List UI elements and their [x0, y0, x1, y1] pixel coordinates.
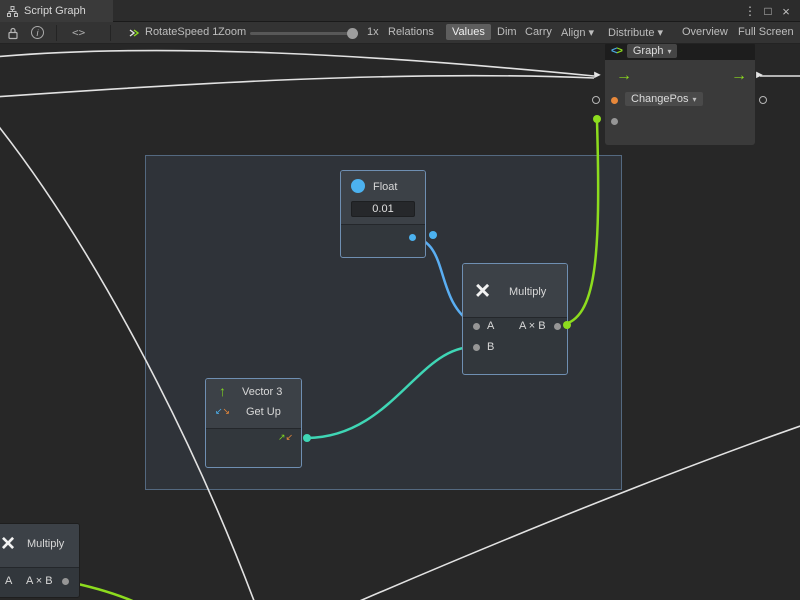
toolbar-button-overview[interactable]: Overview [682, 26, 728, 38]
window-maximize-icon[interactable]: □ [760, 0, 776, 22]
multiply-output-connection-dot[interactable] [563, 321, 571, 329]
multiply-input-a-port[interactable] [473, 323, 480, 330]
toolbar-button-carry[interactable]: Carry [525, 26, 552, 38]
multiply-node-header[interactable]: × Multiply [463, 264, 567, 318]
script-machine-icon [128, 27, 140, 39]
up-arrow-icon: ↑ [219, 383, 226, 399]
multiply-input-a-label: A [487, 320, 494, 332]
window-menu-icon[interactable]: ⋮ [742, 0, 758, 22]
get-up-node-title: Get Up [246, 406, 281, 418]
code-view-icon[interactable]: <> [72, 26, 85, 39]
multiply2-output-port[interactable] [62, 578, 69, 585]
float-output-port[interactable] [409, 234, 416, 241]
changepos-port-dot[interactable] [611, 97, 618, 104]
toolbar-button-dim[interactable]: Dim [497, 26, 517, 38]
float-node-title: Float [373, 181, 397, 193]
zoom-slider-track[interactable] [250, 32, 358, 35]
toolbar-button-distribute[interactable]: Distribute ▾ [608, 26, 663, 39]
tab-title: Script Graph [24, 5, 86, 17]
multiply-input-b-label: B [487, 341, 494, 353]
multiply-icon: × [1, 532, 15, 556]
get-up-node[interactable]: ↑ Vector 3 ↙↘ Get Up ↗↙ [205, 378, 302, 468]
vector3-output-type-icon: ↗↙ [278, 432, 293, 443]
multiply-node[interactable]: × Multiply A A × B B [462, 263, 568, 375]
float-value-input[interactable]: 0.01 [351, 201, 415, 217]
zoom-value: 1x [367, 26, 379, 38]
lock-icon[interactable] [7, 27, 19, 40]
multiply2-input-a-label: A [5, 575, 12, 587]
chevron-down-icon: ▾ [667, 47, 671, 56]
machine-breadcrumb[interactable]: RotateSpeed 1 [145, 26, 218, 38]
multiply-output-port[interactable] [554, 323, 561, 330]
changepos-dropdown[interactable]: ChangePos ▾ [625, 92, 703, 106]
value-dot-blue[interactable] [429, 231, 437, 239]
multiply2-output-label: A × B [26, 575, 53, 587]
value-port-ring-right[interactable] [759, 96, 767, 104]
graph-dropdown-label: Graph [633, 45, 664, 57]
multiply-input-b-port[interactable] [473, 344, 480, 351]
float-type-icon [351, 179, 365, 193]
toolbar-button-values[interactable]: Values [446, 24, 491, 40]
float-node-header[interactable]: Float 0.01 [341, 171, 425, 225]
graph-extra-port-dot[interactable] [611, 118, 618, 125]
toolbar-button-fullscreen[interactable]: Full Screen [738, 26, 794, 38]
toolbar-button-relations[interactable]: Relations [388, 26, 434, 38]
toolbar-divider [56, 25, 57, 41]
flow-triangle-right-icon[interactable]: ► [754, 70, 765, 81]
graph-header-node[interactable]: <> Graph ▾ → → ChangePos ▾ [605, 42, 755, 145]
get-up-type-label: Vector 3 [242, 386, 282, 398]
title-bar: Script Graph ⋮ □ × [0, 0, 800, 22]
changepos-dropdown-label: ChangePos [631, 93, 689, 105]
get-up-node-header[interactable]: ↑ Vector 3 ↙↘ Get Up [206, 379, 301, 429]
toolbar: i <> RotateSpeed 1 Zoom 1x Relations Val… [0, 22, 800, 44]
tab-script-graph[interactable]: Script Graph [0, 0, 113, 22]
getup-output-port[interactable] [303, 434, 311, 442]
flow-out-arrow-icon[interactable]: → [731, 68, 747, 84]
script-graph-icon: <> [611, 45, 622, 57]
multiply2-node-title: Multiply [27, 538, 64, 550]
multiply-node-title: Multiply [509, 286, 546, 298]
graph-header-bar: <> Graph ▾ [605, 42, 755, 60]
zoom-label: Zoom [218, 26, 246, 38]
vector-axes-icon: ↙↘ [215, 406, 230, 417]
multiply2-node[interactable]: × Multiply A A × B [0, 523, 80, 598]
multiply-icon: × [475, 277, 490, 303]
multiply-output-label: A × B [519, 320, 546, 332]
chevron-down-icon: ▾ [693, 95, 697, 104]
value-port-ring-left[interactable] [592, 96, 600, 104]
wire-white-top-1[interactable] [0, 51, 594, 76]
float-node[interactable]: Float 0.01 [340, 170, 426, 258]
zoom-slider-handle[interactable] [347, 28, 358, 39]
graph-input-connection-dot[interactable] [593, 115, 601, 123]
multiply2-node-header[interactable]: × Multiply [0, 524, 79, 568]
info-icon[interactable]: i [31, 26, 44, 39]
script-graph-window: ► ► <> Graph ▾ → → ChangePos ▾ Float 0.0… [0, 0, 800, 600]
graph-tab-icon [7, 6, 18, 17]
flow-triangle-left-icon[interactable]: ► [592, 70, 603, 81]
toolbar-button-align[interactable]: Align ▾ [561, 26, 594, 39]
toolbar-divider [110, 25, 111, 41]
flow-in-arrow-icon[interactable]: → [616, 68, 632, 84]
window-close-icon[interactable]: × [778, 0, 794, 22]
graph-dropdown[interactable]: Graph ▾ [627, 44, 678, 58]
wire-white-top-2[interactable] [0, 76, 594, 97]
